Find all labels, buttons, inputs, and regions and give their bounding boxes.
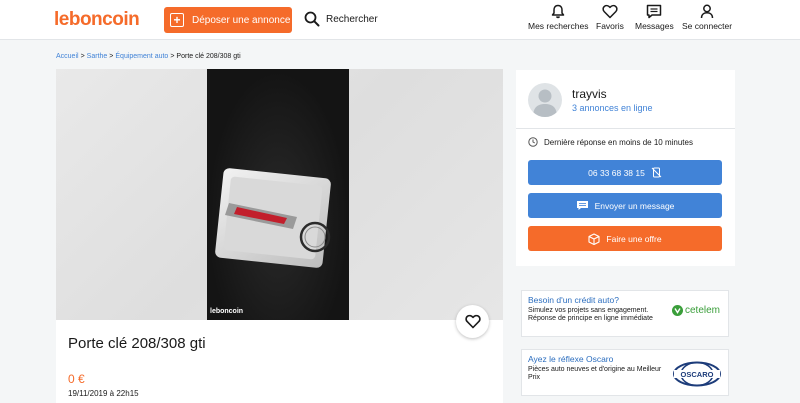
- search-label: Rechercher: [326, 13, 378, 25]
- breadcrumb-sarthe[interactable]: Sarthe: [87, 53, 108, 60]
- promo-text: Simulez vos projets sans engagement. Rép…: [528, 307, 653, 322]
- nav-label: Messages: [635, 21, 674, 31]
- heart-icon: [602, 4, 618, 19]
- avatar[interactable]: [528, 83, 562, 117]
- breadcrumb-separator: >: [80, 53, 85, 60]
- nav-favoris[interactable]: Favoris: [596, 4, 624, 31]
- breadcrumb-equipement-auto[interactable]: Équipement auto: [115, 53, 168, 60]
- send-message-label: Envoyer un message: [594, 200, 675, 211]
- user-icon: [700, 4, 714, 19]
- promo-title: Besoin d'un crédit auto?: [528, 295, 619, 305]
- nav-messages[interactable]: Messages: [635, 4, 674, 31]
- ad-price: 0 €: [68, 372, 85, 386]
- keychain-image: [215, 168, 331, 268]
- phone-number: 06 33 68 38 15: [588, 167, 645, 178]
- user-avatar-icon: [533, 89, 557, 117]
- cetelem-logo: cetelem: [672, 305, 720, 316]
- breadcrumb-separator: >: [170, 53, 175, 60]
- heart-icon: [464, 314, 481, 329]
- promo-title: Ayez le réflexe Oscaro: [528, 354, 614, 364]
- seller-name[interactable]: trayvis: [572, 87, 607, 101]
- send-message-button[interactable]: Envoyer un message: [528, 193, 722, 218]
- plus-icon: +: [170, 13, 184, 27]
- deposit-ad-button[interactable]: + Déposer une annonce: [164, 7, 292, 33]
- message-icon: [576, 201, 588, 210]
- breadcrumb-current: Porte clé 208/308 gti: [176, 53, 241, 60]
- response-time: Dernière réponse en moins de 10 minutes: [528, 137, 693, 147]
- favorite-button[interactable]: [456, 305, 489, 338]
- breadcrumb-accueil[interactable]: Accueil: [56, 53, 79, 60]
- top-header: leboncoin + Déposer une annonce Recherch…: [0, 0, 800, 40]
- cetelem-mark-icon: [672, 305, 683, 316]
- nav-label: Favoris: [596, 21, 624, 31]
- promo-text: Pièces auto neuves et d'origine au Meill…: [528, 366, 662, 381]
- bell-icon: [551, 4, 565, 19]
- package-icon: [588, 232, 600, 245]
- nav-se-connecter[interactable]: Se connecter: [682, 4, 732, 31]
- oscaro-logo: OSCARO: [673, 361, 721, 387]
- breadcrumb: Accueil > Sarthe > Équipement auto > Porte clé…: [56, 53, 241, 60]
- ad-photo-gallery[interactable]: leboncoin: [56, 69, 503, 320]
- make-offer-button[interactable]: Faire une offre: [528, 226, 722, 251]
- no-call-icon: [651, 167, 662, 178]
- oscaro-logo-text: OSCARO: [681, 370, 714, 379]
- deposit-ad-label: Déposer une annonce: [192, 14, 291, 26]
- clock-icon: [528, 137, 538, 147]
- response-time-label: Dernière réponse en moins de 10 minutes: [544, 137, 693, 147]
- promo-credit-auto[interactable]: Besoin d'un crédit auto? Simulez vos pro…: [521, 290, 729, 337]
- search-link[interactable]: Rechercher: [304, 11, 378, 27]
- make-offer-label: Faire une offre: [606, 233, 662, 244]
- seller-divider: [516, 128, 735, 129]
- photo-watermark: leboncoin: [210, 308, 244, 315]
- phone-button[interactable]: 06 33 68 38 15: [528, 160, 722, 185]
- nav-mes-recherches[interactable]: Mes recherches: [528, 4, 588, 31]
- search-icon: [304, 11, 320, 27]
- ad-title: Porte clé 208/308 gti: [68, 335, 206, 352]
- cetelem-logo-text: cetelem: [685, 305, 721, 316]
- leboncoin-logo[interactable]: leboncoin: [54, 9, 140, 31]
- message-icon: [647, 4, 662, 19]
- ad-photo[interactable]: [207, 69, 349, 320]
- breadcrumb-separator: >: [109, 53, 114, 60]
- ad-date: 19/11/2019 à 22h15: [68, 389, 139, 398]
- seller-ads-count[interactable]: 3 annonces en ligne: [572, 103, 653, 113]
- nav-label: Se connecter: [682, 21, 733, 31]
- promo-oscaro[interactable]: Ayez le réflexe Oscaro Pièces auto neuve…: [521, 349, 729, 396]
- nav-label: Mes recherches: [528, 21, 589, 31]
